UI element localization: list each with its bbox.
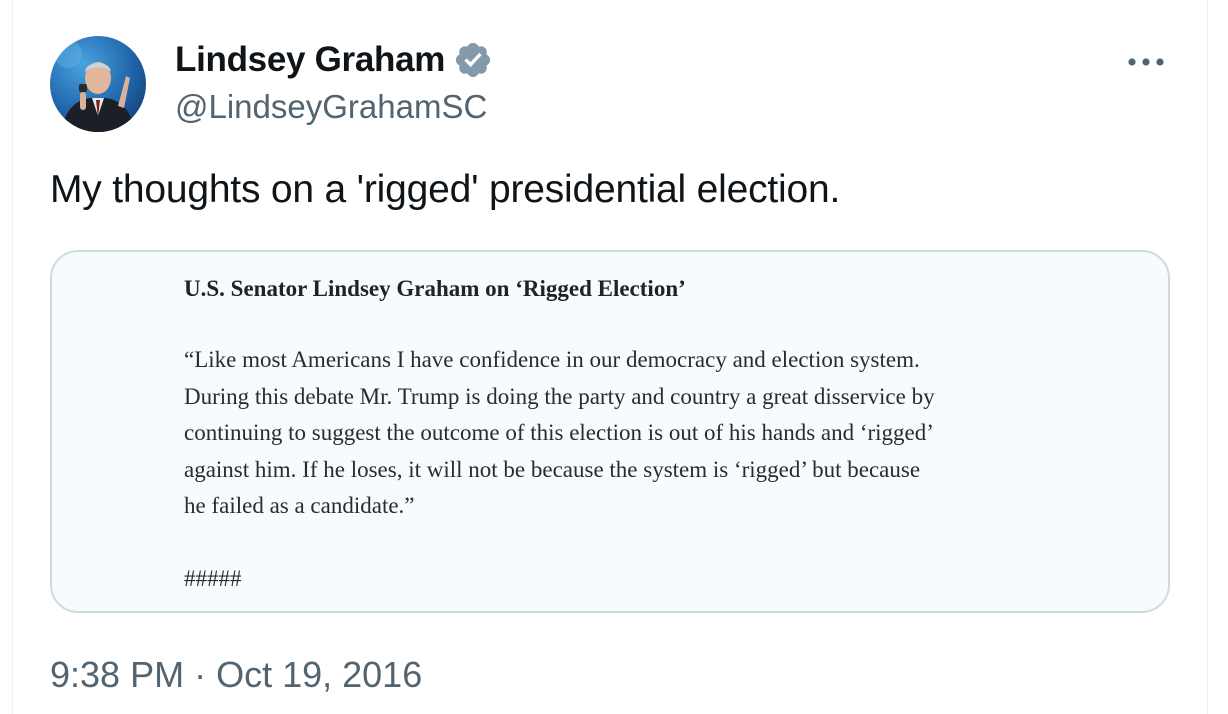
tweet-timestamp[interactable]: 9:38 PM · Oct 19, 2016 (50, 654, 422, 696)
document-line: against him. If he loses, it will not be… (184, 456, 921, 482)
more-horizontal-icon (1128, 58, 1164, 66)
author-handle[interactable]: @LindseyGrahamSC (175, 88, 487, 126)
avatar-image (54, 40, 134, 132)
document-line: continuing to suggest the outcome of thi… (184, 420, 934, 445)
tweet-text: My thoughts on a 'rigged' presidential e… (50, 168, 841, 211)
document-title: U.S. Senator Lindsey Graham on ‘Rigged E… (184, 276, 686, 301)
tweet-media-image[interactable]: U.S. Senator Lindsey Graham on ‘Rigged E… (50, 250, 1170, 613)
document-line: he failed as a candidate.” (184, 493, 415, 518)
document-line: “Like most Americans I have confidence i… (184, 347, 920, 372)
more-options-button[interactable] (1118, 44, 1174, 80)
document-line: During this debate Mr. Trump is doing th… (184, 383, 935, 409)
verified-badge-icon[interactable] (453, 40, 493, 80)
avatar[interactable] (50, 36, 146, 132)
tweet-date: Oct 19, 2016 (216, 654, 423, 695)
document-end-mark: ##### (184, 566, 242, 591)
document-body: “Like most Americans I have confidence i… (184, 342, 1084, 525)
author-name-row: Lindsey Graham (175, 40, 493, 80)
tweet-time: 9:38 PM (50, 654, 185, 695)
author-display-name[interactable]: Lindsey Graham (175, 40, 445, 80)
timestamp-separator: · (194, 654, 207, 695)
